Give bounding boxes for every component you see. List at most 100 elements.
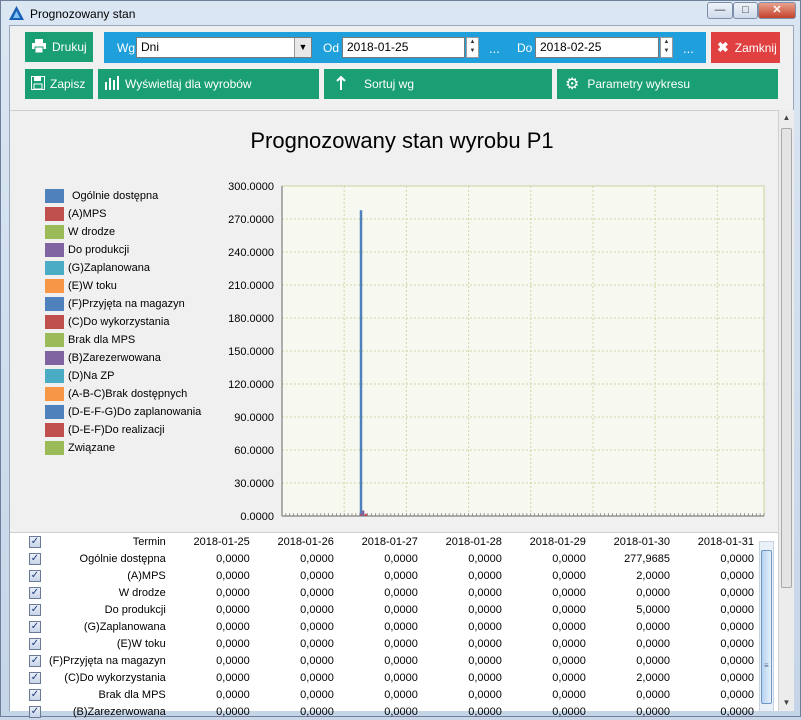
header-checkbox-cell[interactable]: ✓ (10, 533, 45, 550)
window-close-button[interactable]: ✕ (758, 2, 796, 19)
row-checkbox-cell[interactable]: ✓ (10, 669, 45, 686)
save-label: Zapisz (50, 77, 86, 91)
table-cell: 0,0000 (720, 705, 754, 718)
check-icon[interactable]: ✓ (29, 586, 41, 599)
table-cell: 0,0000 (300, 671, 334, 684)
od-picker-button[interactable]: ... (489, 41, 500, 56)
od-date-input[interactable]: 2018-01-25 (342, 37, 465, 58)
table-cell: 0,0000 (552, 654, 586, 667)
od-label: Od (323, 41, 340, 55)
legend-label: (D)Na ZP (68, 370, 115, 382)
scroll-up-icon[interactable]: ▲ (779, 110, 794, 125)
data-grid: ✓ Termin 2018-01-25 2018-01-26 2018-01-27 2… (10, 532, 778, 718)
chart-params-button[interactable]: ⚙ Parametry wykresu (557, 69, 778, 99)
check-icon[interactable]: ✓ (29, 603, 41, 616)
row-checkbox-cell[interactable]: ✓ (10, 618, 45, 635)
check-icon[interactable]: ✓ (29, 535, 41, 548)
table-cell: 0,0000 (552, 671, 586, 684)
table-cell: 0,0000 (384, 705, 418, 718)
show-for-products-button[interactable]: Wyświetlaj dla wyrobów (98, 69, 319, 99)
spin-up-icon[interactable]: ▲ (467, 38, 478, 47)
main-scrollbar[interactable]: ▲ ▼ (778, 110, 794, 711)
row-label: (G)Zaplanowana (83, 620, 166, 633)
y-tick-label: 30.0000 (234, 478, 274, 490)
grid-scrollbar[interactable]: ≡ (759, 541, 774, 712)
minimize-button[interactable]: — (707, 2, 733, 19)
table-header-row: ✓ Termin 2018-01-25 2018-01-26 2018-01-27 2… (10, 533, 758, 550)
table-row: ✓ (E)W toku 0,0000 0,0000 0,0000 0,0000 0,0000… (10, 635, 758, 652)
table-row: ✓ (B)Zarezerwowana 0,0000 0,0000 0,0000 0,000… (10, 703, 758, 720)
table-row: ✓ Ogólnie dostępna 0,0000 0,0000 0,0000 0,000… (10, 550, 758, 567)
check-icon[interactable]: ✓ (29, 569, 41, 582)
app-logo-icon (9, 6, 24, 20)
wg-select[interactable]: Dni ▼ (136, 37, 312, 58)
check-icon[interactable]: ✓ (29, 654, 41, 667)
y-tick-label: 0.0000 (240, 511, 274, 523)
do-label: Do (517, 41, 533, 55)
close-icon: ✖ (717, 39, 729, 55)
table-cell: 0,0000 (468, 569, 502, 582)
legend-label: (G)Zaplanowana (68, 262, 150, 274)
spin-down-icon[interactable]: ▼ (467, 47, 478, 56)
spin-up-icon[interactable]: ▲ (661, 38, 672, 47)
row-checkbox-cell[interactable]: ✓ (10, 601, 45, 618)
spin-down-icon[interactable]: ▼ (661, 47, 672, 56)
column-header: 2018-01-26 (277, 535, 334, 548)
check-icon[interactable]: ✓ (29, 637, 41, 650)
row-checkbox-cell[interactable]: ✓ (10, 584, 45, 601)
row-checkbox-cell[interactable]: ✓ (10, 635, 45, 652)
legend-label: (A-B-C)Brak dostępnych (68, 388, 188, 400)
table-cell: 0,0000 (216, 637, 250, 650)
floppy-disk-icon (31, 75, 45, 93)
table-row: ✓ W drodze 0,0000 0,0000 0,0000 0,0000 0,0000 0… (10, 584, 758, 601)
chart-params-label: Parametry wykresu (587, 77, 691, 91)
table-cell: 0,0000 (552, 586, 586, 599)
check-icon[interactable]: ✓ (29, 688, 41, 701)
row-checkbox-cell[interactable]: ✓ (10, 703, 45, 720)
maximize-button[interactable]: □ (733, 2, 758, 19)
do-date-input[interactable]: 2018-02-25 (535, 37, 659, 58)
grid-scrollbar-thumb[interactable]: ≡ (761, 550, 772, 704)
table-cell: 0,0000 (384, 569, 418, 582)
chart-bar (360, 513, 363, 516)
do-picker-button[interactable]: ... (683, 41, 694, 56)
print-button[interactable]: Drukuj (25, 32, 93, 62)
chevron-down-icon[interactable]: ▼ (294, 38, 311, 57)
od-spinner[interactable]: ▲ ▼ (466, 37, 479, 58)
table-cell: 0,0000 (384, 688, 418, 701)
row-label: Do produkcji (104, 603, 166, 616)
close-button[interactable]: ✖ Zamknij (711, 32, 780, 63)
x-tick-label: 2018-02-18 (627, 524, 683, 525)
do-spinner[interactable]: ▲ ▼ (660, 37, 673, 58)
row-checkbox-cell[interactable]: ✓ (10, 652, 45, 669)
table-cell: 0,0000 (636, 620, 670, 633)
arrow-up-icon (336, 75, 346, 93)
legend-label: Do produkcji (68, 244, 130, 256)
row-checkbox-cell[interactable]: ✓ (10, 550, 45, 567)
legend-label: (D-E-F)Do realizacji (68, 424, 165, 436)
y-tick-label: 60.0000 (234, 445, 274, 457)
scroll-down-icon[interactable]: ▼ (779, 695, 794, 710)
app-window: Prognozowany stan — □ ✕ Drukuj Wg Dni ▼ … (0, 0, 801, 718)
main-scrollbar-thumb[interactable] (781, 128, 792, 588)
row-label: (C)Do wykorzystania (64, 671, 166, 684)
check-icon[interactable]: ✓ (29, 552, 41, 565)
save-button[interactable]: Zapisz (25, 69, 93, 99)
sort-button[interactable]: Sortuj wg (324, 69, 552, 99)
table-cell: 0,0000 (300, 705, 334, 718)
check-icon[interactable]: ✓ (29, 620, 41, 633)
table-cell: 0,0000 (468, 705, 502, 718)
check-icon[interactable]: ✓ (29, 671, 41, 684)
chart-panel: Prognozowany stan wyrobu P1 Ogólnie dost… (10, 110, 778, 525)
check-icon[interactable]: ✓ (29, 705, 41, 718)
legend-swatch (45, 261, 64, 275)
legend-swatch (45, 441, 64, 455)
legend-label: W drodze (68, 226, 116, 238)
row-checkbox-cell[interactable]: ✓ (10, 567, 45, 584)
table-cell: 0,0000 (216, 654, 250, 667)
legend-label: (C)Do wykorzystania (68, 316, 170, 328)
table-cell: 0,0000 (384, 586, 418, 599)
column-header: 2018-01-28 (445, 535, 502, 548)
row-checkbox-cell[interactable]: ✓ (10, 686, 45, 703)
table-cell: 0,0000 (720, 654, 754, 667)
